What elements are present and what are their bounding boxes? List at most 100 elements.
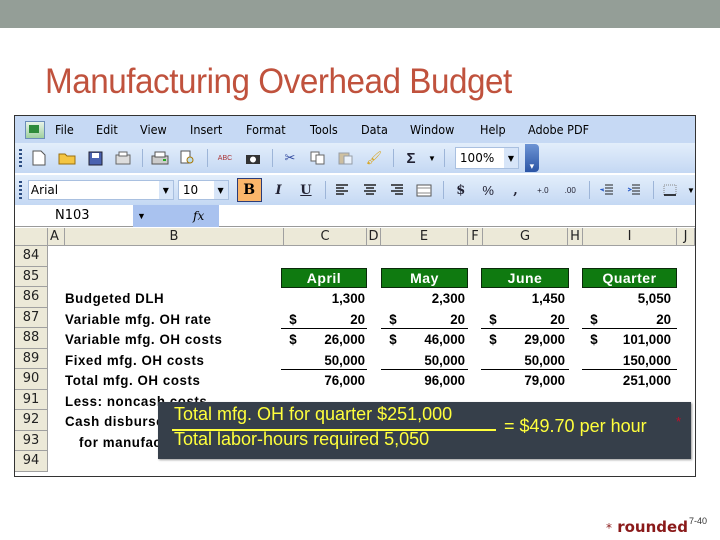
- column-header-c[interactable]: C: [284, 228, 367, 246]
- column-header-h[interactable]: H: [568, 228, 583, 246]
- toolbar-grip[interactable]: [19, 149, 22, 167]
- excel-app-icon[interactable]: [25, 120, 45, 139]
- name-box[interactable]: N103: [15, 205, 133, 227]
- row-label-variable-oh-rate[interactable]: Variable mfg. OH rate: [65, 309, 212, 329]
- toolbar-options-icon[interactable]: ▾: [524, 144, 539, 172]
- camera-icon[interactable]: [242, 148, 264, 168]
- format-painter-icon[interactable]: 🖌: [363, 148, 385, 168]
- row-header-94[interactable]: 94: [15, 451, 48, 472]
- comma-button[interactable]: ,: [505, 180, 526, 200]
- menu-adobe-pdf[interactable]: Adobe PDF: [528, 122, 589, 137]
- zoom-select[interactable]: 100% ▼: [454, 147, 519, 169]
- cell-may-total[interactable]: 96,000: [389, 370, 465, 390]
- toolbar-grip[interactable]: [19, 181, 22, 199]
- column-header-d[interactable]: D: [367, 228, 381, 246]
- increase-decimal-button[interactable]: +.0: [532, 180, 553, 200]
- increase-indent-icon[interactable]: [623, 180, 644, 200]
- select-all-corner[interactable]: [15, 228, 48, 246]
- cell-april-fixed-costs[interactable]: 50,000: [289, 350, 365, 370]
- row-label-fixed-oh-costs[interactable]: Fixed mfg. OH costs: [65, 350, 204, 370]
- align-left-icon[interactable]: [332, 180, 353, 200]
- menu-window[interactable]: Window: [410, 122, 454, 137]
- insert-function-button[interactable]: fx: [193, 204, 219, 227]
- cell-june-variable-costs[interactable]: 29,000: [489, 329, 565, 349]
- chevron-down-icon[interactable]: ▼: [158, 181, 173, 199]
- cell-june-rate[interactable]: 20: [489, 309, 565, 329]
- column-header-e[interactable]: E: [381, 228, 468, 246]
- cell-quarter-total[interactable]: 251,000: [595, 370, 671, 390]
- menu-edit[interactable]: Edit: [96, 122, 118, 137]
- menu-format[interactable]: Format: [246, 122, 286, 137]
- cut-icon[interactable]: ✂: [279, 148, 301, 168]
- chevron-down-icon[interactable]: ▼: [503, 148, 518, 168]
- borders-icon[interactable]: [660, 180, 681, 200]
- row-header-93[interactable]: 93: [15, 430, 48, 451]
- cell-april-rate[interactable]: 20: [289, 309, 365, 329]
- row-header-88[interactable]: 88: [15, 328, 48, 349]
- currency-button[interactable]: $: [450, 180, 471, 200]
- print-preview-icon[interactable]: [177, 148, 199, 168]
- decrease-decimal-button[interactable]: .00: [560, 180, 581, 200]
- row-header-90[interactable]: 90: [15, 369, 48, 390]
- cell-may-dlh[interactable]: 2,300: [389, 288, 465, 308]
- row-header-91[interactable]: 91: [15, 389, 48, 410]
- header-april[interactable]: April: [281, 268, 367, 288]
- cell-april-variable-costs[interactable]: 26,000: [289, 329, 365, 349]
- row-label-variable-oh-costs[interactable]: Variable mfg. OH costs: [65, 329, 222, 349]
- row-header-86[interactable]: 86: [15, 287, 48, 308]
- row-header-85[interactable]: 85: [15, 266, 48, 287]
- column-header-i[interactable]: I: [583, 228, 677, 246]
- menu-tools[interactable]: Tools: [310, 122, 338, 137]
- row-label-budgeted-dlh[interactable]: Budgeted DLH: [65, 288, 164, 308]
- row-header-89[interactable]: 89: [15, 348, 48, 369]
- new-document-icon[interactable]: [28, 148, 50, 168]
- autosum-icon[interactable]: Σ: [400, 148, 422, 168]
- cell-quarter-variable-costs[interactable]: 101,000: [595, 329, 671, 349]
- menu-file[interactable]: File: [55, 122, 74, 137]
- underline-button[interactable]: U: [295, 180, 316, 200]
- column-header-f[interactable]: F: [468, 228, 483, 246]
- percent-button[interactable]: %: [477, 180, 498, 200]
- cell-may-fixed-costs[interactable]: 50,000: [389, 350, 465, 370]
- name-box-dropdown-icon[interactable]: ▼: [133, 204, 193, 227]
- cell-june-fixed-costs[interactable]: 50,000: [489, 350, 565, 370]
- formula-input[interactable]: [219, 205, 695, 227]
- header-quarter[interactable]: Quarter: [582, 268, 677, 288]
- print-icon[interactable]: [149, 148, 171, 168]
- row-header-87[interactable]: 87: [15, 307, 48, 328]
- permission-icon[interactable]: [112, 148, 134, 168]
- cell-quarter-rate[interactable]: 20: [595, 309, 671, 329]
- cell-june-dlh[interactable]: 1,450: [489, 288, 565, 308]
- row-label-total-oh-costs[interactable]: Total mfg. OH costs: [65, 370, 200, 390]
- menu-view[interactable]: View: [140, 122, 167, 137]
- align-right-icon[interactable]: [386, 180, 407, 200]
- cell-may-variable-costs[interactable]: 46,000: [389, 329, 465, 349]
- header-may[interactable]: May: [381, 268, 468, 288]
- cell-june-total[interactable]: 79,000: [489, 370, 565, 390]
- align-center-icon[interactable]: [359, 180, 380, 200]
- cell-quarter-fixed-costs[interactable]: 150,000: [595, 350, 671, 370]
- cell-april-total[interactable]: 76,000: [289, 370, 365, 390]
- cell-quarter-dlh[interactable]: 5,050: [595, 288, 671, 308]
- menu-data[interactable]: Data: [361, 122, 388, 137]
- column-header-a[interactable]: A: [48, 228, 65, 246]
- row-header-84[interactable]: 84: [15, 246, 48, 267]
- decrease-indent-icon[interactable]: [596, 180, 617, 200]
- italic-button[interactable]: I: [268, 180, 289, 200]
- merge-center-icon[interactable]: [414, 180, 435, 200]
- chevron-down-icon[interactable]: ▼: [213, 181, 228, 199]
- save-icon[interactable]: [84, 148, 106, 168]
- autosum-dropdown-icon[interactable]: ▼: [428, 154, 436, 163]
- borders-dropdown-icon[interactable]: ▼: [687, 186, 695, 195]
- font-size-select[interactable]: 10 ▼: [177, 180, 229, 200]
- font-name-select[interactable]: Arial ▼: [27, 180, 174, 200]
- menu-help[interactable]: Help: [480, 122, 506, 137]
- header-june[interactable]: June: [481, 268, 569, 288]
- column-header-j[interactable]: J: [677, 228, 695, 246]
- column-header-g[interactable]: G: [483, 228, 568, 246]
- row-header-92[interactable]: 92: [15, 410, 48, 431]
- open-folder-icon[interactable]: [56, 148, 78, 168]
- paste-icon[interactable]: [335, 148, 357, 168]
- cell-april-dlh[interactable]: 1,300: [289, 288, 365, 308]
- spelling-icon[interactable]: ABC: [214, 148, 236, 168]
